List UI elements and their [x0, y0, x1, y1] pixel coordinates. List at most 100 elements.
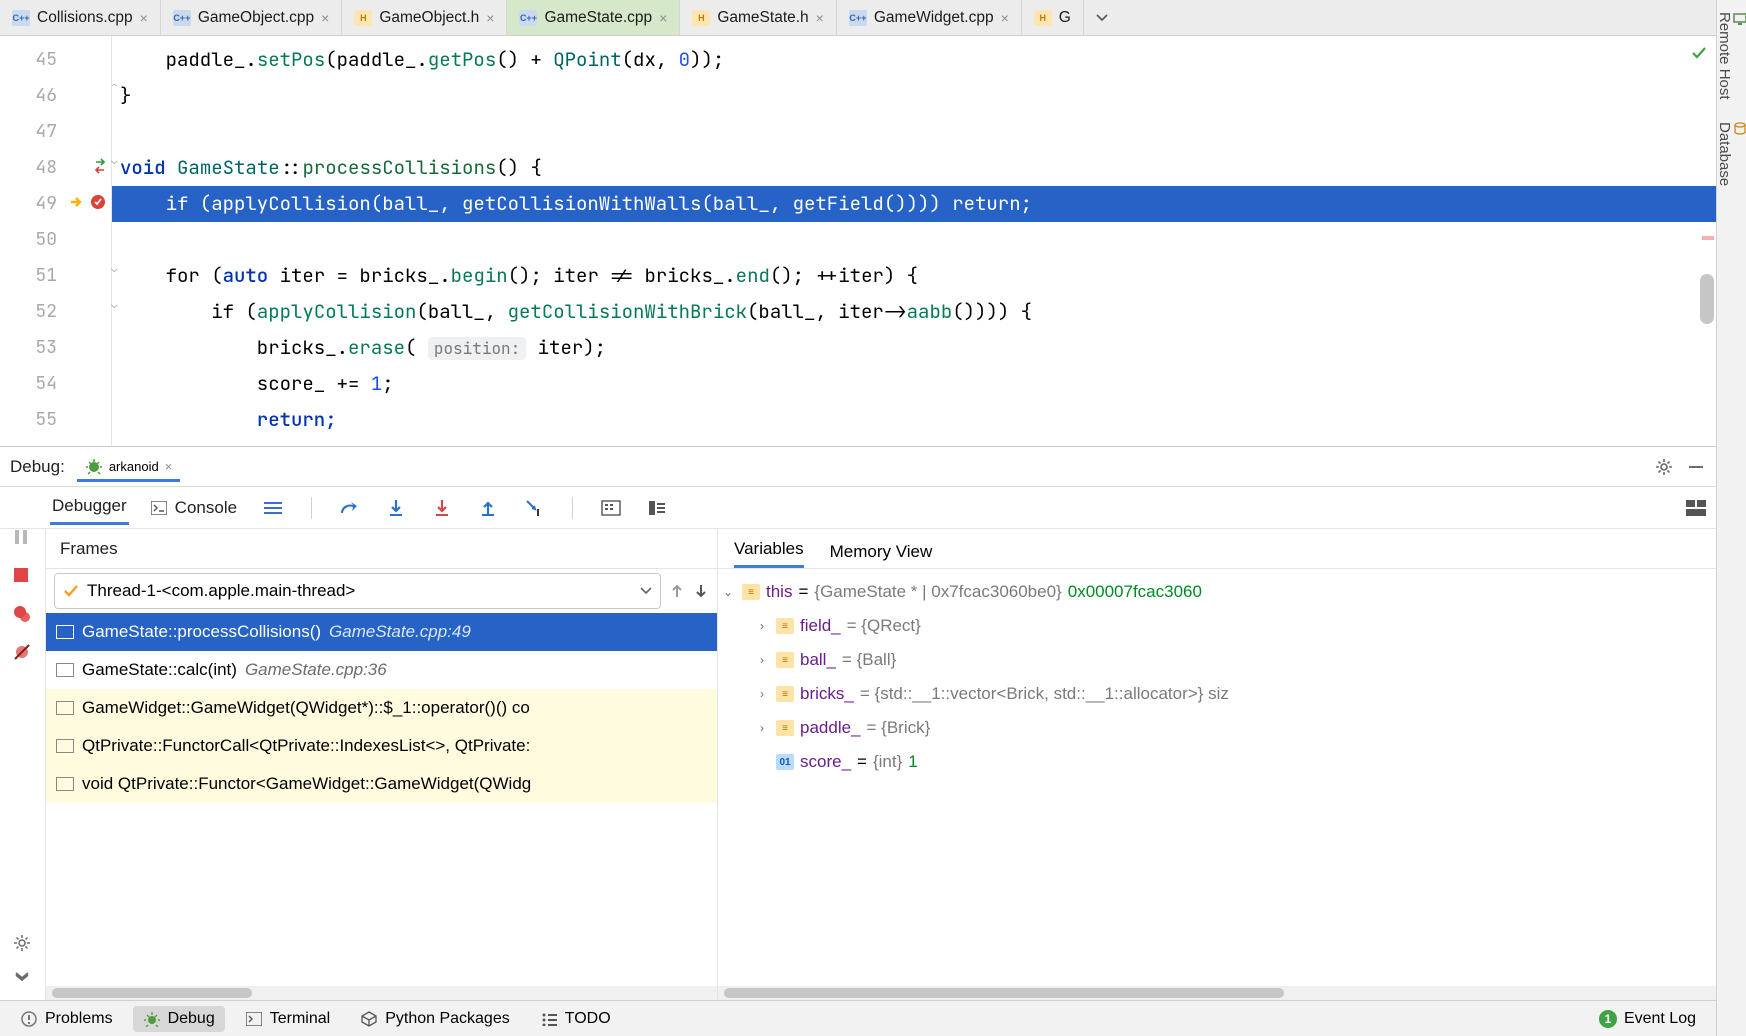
inlay-hint: position: — [428, 337, 526, 360]
variables-pane: Variables Memory View ⌄≡ this = {GameSta… — [718, 529, 1716, 1000]
close-icon[interactable]: × — [321, 10, 329, 26]
terminal-button[interactable]: Terminal — [235, 1006, 340, 1032]
debug-title: Debug: — [10, 457, 65, 477]
expand-icon[interactable]: ⌄ — [720, 585, 736, 599]
line-number: 46 — [35, 84, 57, 107]
view-breakpoints-icon[interactable] — [13, 605, 33, 625]
stack-frame[interactable]: GameWidget::GameWidget(QWidget*)::$_1::o… — [46, 689, 717, 727]
expand-icon[interactable]: › — [754, 653, 770, 667]
cpp-file-icon: C++ — [173, 10, 191, 26]
evaluate-expression-icon[interactable] — [599, 496, 623, 520]
variables-scrollbar[interactable] — [718, 986, 1716, 1000]
fold-open-icon[interactable]: ⌄ — [111, 154, 118, 168]
tab-gameobject-cpp[interactable]: C++ GameObject.cpp × — [161, 0, 343, 35]
run-config-name: arkanoid — [109, 459, 159, 474]
stack-frame[interactable]: QtPrivate::FunctorCall<QtPrivate::Indexe… — [46, 727, 717, 765]
expand-icon[interactable]: › — [754, 721, 770, 735]
variables-tab[interactable]: Variables — [734, 539, 804, 568]
tab-gamewidget-cpp[interactable]: C++GameWidget.cpp× — [837, 0, 1022, 35]
expand-icon[interactable]: › — [754, 619, 770, 633]
fold-open-icon[interactable]: ⌄ — [111, 262, 118, 276]
step-over-icon[interactable] — [338, 496, 362, 520]
inspection-ok-icon[interactable] — [1690, 44, 1708, 62]
trace-icon[interactable] — [645, 496, 669, 520]
frame-function: void QtPrivate::Functor<GameWidget::Game… — [82, 774, 531, 794]
bug-icon — [143, 1010, 161, 1028]
variable-row[interactable]: 01 score_ = {int} 1 — [720, 745, 1714, 779]
variable-row[interactable]: ›≡ field_ = {QRect} — [720, 609, 1714, 643]
tab-label: Collisions.cpp — [37, 9, 133, 27]
mute-breakpoints-icon[interactable] — [13, 643, 33, 663]
step-out-icon[interactable] — [476, 496, 500, 520]
fold-open-icon[interactable]: ⌄ — [111, 298, 118, 312]
close-icon[interactable]: × — [816, 10, 824, 26]
frames-scrollbar[interactable] — [46, 986, 717, 1000]
console-tab[interactable]: Console — [151, 492, 239, 524]
tab-collisions-cpp[interactable]: C++Collisions.cpp× — [0, 0, 161, 35]
scrollbar-thumb[interactable] — [52, 988, 252, 998]
problems-button[interactable]: Problems — [10, 1006, 123, 1032]
close-icon[interactable]: × — [659, 10, 667, 26]
prev-frame-icon[interactable] — [669, 582, 685, 600]
code-editor[interactable]: 45 46 47 48 49 50 51 52 53 54 55 ⌃ ⌄ ⌄ ⌄… — [0, 36, 1716, 446]
pause-icon[interactable] — [13, 529, 33, 549]
scrollbar-thumb[interactable] — [724, 988, 1284, 998]
tab-truncated[interactable]: HG — [1022, 0, 1084, 35]
run-to-cursor-icon[interactable] — [522, 496, 546, 520]
editor-scrollbar-thumb[interactable] — [1700, 274, 1714, 324]
variable-row[interactable]: ›≡ ball_ = {Ball} — [720, 643, 1714, 677]
close-icon[interactable]: × — [486, 10, 494, 26]
layout-settings-icon[interactable] — [1684, 496, 1708, 520]
tab-label: GameObject.cpp — [198, 9, 314, 27]
line-number: 47 — [35, 120, 57, 143]
fold-column: ⌃ ⌄ ⌄ ⌄ — [111, 36, 125, 446]
code-line: void GameState::processCollisions() { — [112, 150, 1716, 186]
variable-row[interactable]: ›≡ paddle_ = {Brick} — [720, 711, 1714, 745]
expand-icon[interactable]: › — [754, 687, 770, 701]
debug-button[interactable]: Debug — [133, 1006, 225, 1032]
remote-host-icon — [1733, 12, 1746, 26]
remote-host-tab[interactable]: Remote Host — [1714, 8, 1746, 104]
more-icon[interactable] — [13, 972, 33, 992]
thread-selector[interactable]: Thread-1-<com.apple.main-thread> — [54, 573, 661, 609]
tab-gameobject-h[interactable]: HGameObject.h× — [342, 0, 507, 35]
more-tabs-button[interactable] — [1084, 0, 1120, 35]
check-icon — [63, 583, 79, 599]
stack-frame[interactable]: void QtPrivate::Functor<GameWidget::Game… — [46, 765, 717, 803]
package-icon — [360, 1010, 378, 1028]
variable-row[interactable]: ⌄≡ this = {GameState * | 0x7fcac3060be0}… — [720, 575, 1714, 609]
breakpoint-icon[interactable] — [89, 192, 107, 212]
close-icon[interactable]: × — [1001, 10, 1009, 26]
fold-close-icon[interactable]: ⌃ — [111, 80, 118, 94]
todo-button[interactable]: TODO — [530, 1006, 621, 1032]
close-icon[interactable]: × — [165, 459, 173, 474]
stack-frame[interactable]: GameState::calc(int) GameState.cpp:36 — [46, 651, 717, 689]
line-number: 54 — [35, 372, 57, 395]
debugger-tab[interactable]: Debugger — [50, 490, 129, 525]
settings-icon[interactable] — [13, 934, 33, 954]
code-area[interactable]: ⌃ ⌄ ⌄ ⌄ paddle_.setPos(paddle_.getPos() … — [112, 36, 1716, 446]
stack-frame[interactable]: GameState::processCollisions() GameState… — [46, 613, 717, 651]
debug-tool-window: Debug: arkanoid × Debugger Console — [0, 446, 1716, 1000]
database-tab[interactable]: Database — [1714, 118, 1746, 190]
next-frame-icon[interactable] — [693, 582, 709, 600]
python-packages-button[interactable]: Python Packages — [350, 1006, 520, 1032]
variable-row[interactable]: ›≡ bricks_ = {std::__1::vector<Brick, st… — [720, 677, 1714, 711]
minimize-icon[interactable] — [1686, 457, 1706, 477]
tab-gamestate-h[interactable]: HGameState.h× — [680, 0, 837, 35]
memory-view-tab[interactable]: Memory View — [830, 542, 933, 568]
chevron-down-icon — [640, 585, 652, 597]
event-log-button[interactable]: 1 Event Log — [1589, 1006, 1706, 1032]
frames-list[interactable]: GameState::processCollisions() GameState… — [46, 613, 717, 986]
settings-icon[interactable] — [1654, 457, 1674, 477]
run-config-tab[interactable]: arkanoid × — [77, 457, 180, 482]
variables-tree[interactable]: ⌄≡ this = {GameState * | 0x7fcac3060be0}… — [718, 569, 1716, 986]
editor-tabstrip: C++ Collisions.cpp × C++ GameObject.cpp × HG… — [0, 0, 1716, 36]
force-step-into-icon[interactable] — [430, 496, 454, 520]
close-icon[interactable]: × — [140, 10, 148, 26]
tab-gamestate-cpp[interactable]: C++GameState.cpp× — [507, 0, 680, 35]
step-into-icon[interactable] — [384, 496, 408, 520]
thread-dump-icon[interactable] — [261, 496, 285, 520]
stop-icon[interactable] — [13, 567, 33, 587]
error-stripe-marker[interactable] — [1702, 236, 1714, 240]
